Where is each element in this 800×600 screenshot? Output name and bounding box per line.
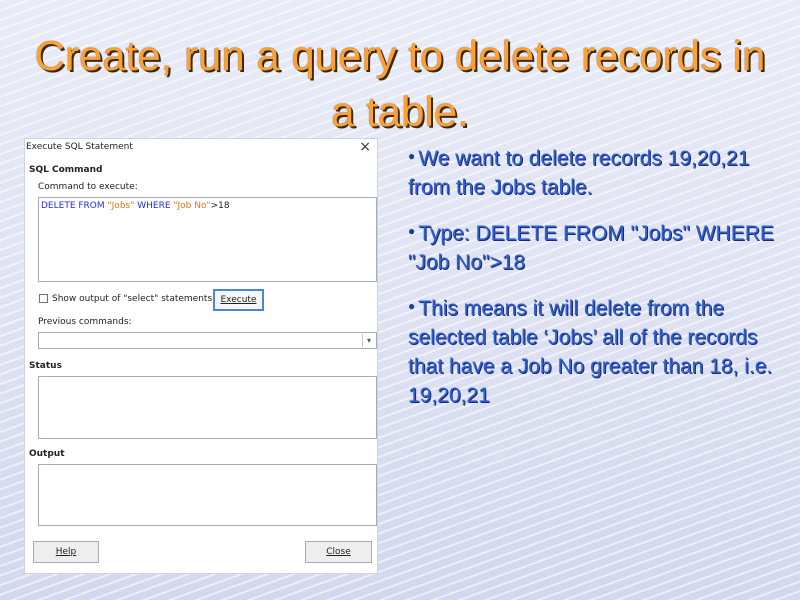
status-box (38, 376, 377, 439)
sql-column-name: "Job No" (173, 201, 211, 211)
status-heading: Status (29, 361, 62, 371)
close-icon[interactable]: × (359, 139, 371, 155)
command-textarea[interactable]: DELETE FROM "Jobs" WHERE "Job No">18 (38, 197, 377, 282)
bullet-text: Type: DELETE FROM "Jobs" WHERE "Job No">… (408, 222, 774, 274)
dialog-title: Execute SQL Statement (26, 142, 133, 152)
sql-table-name: "Jobs" (107, 201, 135, 211)
slide-title: Create, run a query to delete records in… (34, 32, 766, 135)
bullet-text: This means it will delete from the selec… (408, 297, 773, 407)
show-output-checkbox[interactable] (39, 294, 48, 303)
bullet-text: We want to delete records 19,20,21 from … (408, 147, 750, 199)
sql-keyword: DELETE FROM (41, 201, 108, 211)
help-button[interactable]: Help (33, 541, 99, 563)
previous-commands-label: Previous commands: (38, 317, 132, 327)
bullet-icon: ● (408, 224, 416, 238)
execute-button[interactable]: Execute (213, 289, 264, 311)
close-button[interactable]: Close (305, 541, 372, 563)
bullet-item: ● Type: DELETE FROM "Jobs" WHERE "Job No"… (408, 217, 788, 277)
bullet-item: ● We want to delete records 19,20,21 from… (408, 142, 788, 202)
bullet-list: ● We want to delete records 19,20,21 from… (408, 142, 788, 425)
bullet-icon: ● (408, 149, 416, 163)
chevron-down-icon[interactable]: ▾ (362, 334, 375, 347)
output-box (38, 464, 377, 526)
show-output-label: Show output of "select" statements (52, 294, 213, 304)
help-button-label: Help (55, 547, 77, 557)
output-heading: Output (29, 449, 65, 459)
dialog-titlebar: Execute SQL Statement × (25, 139, 377, 157)
execute-button-label: Execute (220, 295, 257, 305)
command-label: Command to execute: (38, 182, 138, 192)
sql-condition: >18 (210, 201, 230, 211)
close-button-label: Close (326, 547, 351, 557)
sql-keyword: WHERE (134, 201, 174, 211)
sql-command-heading: SQL Command (29, 165, 103, 175)
execute-sql-dialog: Execute SQL Statement × SQL Command Comm… (24, 138, 378, 574)
bullet-icon: ● (408, 299, 416, 313)
previous-commands-select[interactable]: ▾ (38, 332, 377, 349)
bullet-item: ● This means it will delete from the sele… (408, 292, 788, 410)
